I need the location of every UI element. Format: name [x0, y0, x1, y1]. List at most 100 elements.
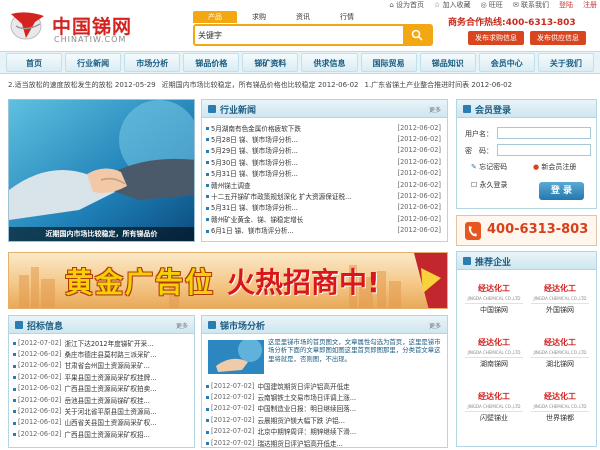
add-favorite-link[interactable]: ☆ 加入收藏: [434, 0, 471, 10]
list-item[interactable]: 十二五开锑矿市政策规划深化 扩大资源保证税... [2012-06-02]: [202, 190, 447, 201]
search-icon: [411, 29, 423, 41]
search-tab-market[interactable]: 行情: [325, 11, 369, 23]
list-item[interactable]: 赣州矿业黄金、锑、锑稳定增长 [2012-06-02]: [202, 213, 447, 224]
list-item[interactable]: [2012-07-02] 云南钢铁土交易市场日评调上涨...: [202, 391, 447, 402]
company-card[interactable]: 经达化工 JINGDA CHEMICAL CO.,LTD 湖北锑网: [531, 334, 589, 372]
analysis-thumbnail[interactable]: [208, 340, 264, 374]
login-button[interactable]: 登 录: [539, 182, 584, 200]
phone-box: 400-6313-803: [456, 215, 597, 246]
company-logo: 经达化工 JINGDA CHEMICAL CO.,LTD: [531, 334, 589, 358]
list-item[interactable]: [2012-06-02] 平果县国土资源局采矿权挂牌...: [9, 371, 194, 382]
list-item[interactable]: [2012-07-02] 北京中期锌周评：期锌继续下滑...: [202, 426, 447, 437]
panel-header: 行业新闻 更多: [202, 100, 447, 118]
phone-icon: [465, 222, 481, 240]
post-sell-button[interactable]: 发布供应信息: [530, 31, 586, 45]
company-logo: 经达化工 JINGDA CHEMICAL CO.,LTD: [531, 280, 589, 304]
list-item[interactable]: [2012-07-02] 云晨期货沪镁大幅下跌 沪铝...: [202, 414, 447, 425]
list-item[interactable]: 6月1日 锑、镁市场评分析... [2012-06-02]: [202, 225, 447, 236]
list-item[interactable]: [2012-06-02] 关于河北省平原县国土资源局...: [9, 405, 194, 416]
list-item[interactable]: [2012-06-02] 广西县国土资源局采矿权拍卖...: [9, 383, 194, 394]
banner-text-red: 火热招商中!: [227, 266, 380, 299]
company-name: 世界锑都: [546, 414, 574, 422]
post-buy-button[interactable]: 发布求购信息: [468, 31, 524, 45]
list-item[interactable]: 5月28日 锑、镁市场评分析... [2012-06-02]: [202, 133, 447, 144]
logo-domain: CHINATIW.COM: [54, 35, 127, 44]
list-item[interactable]: [2012-07-02] 中国制造业日报：明日继续回落...: [202, 403, 447, 414]
nav-trade[interactable]: 国际贸易: [360, 53, 417, 72]
more-link[interactable]: 更多: [429, 105, 441, 114]
search-tab-product[interactable]: 产品: [193, 11, 237, 23]
nav-about[interactable]: 关于我们: [537, 53, 594, 72]
ticker-item[interactable]: 近期国内市场比较稳定，所有锑品价格也比较稳定 2012-06-02: [162, 80, 359, 92]
list-item[interactable]: [2012-06-02] 桑庄市德庄县莫村路三派采矿...: [9, 348, 194, 359]
password-label: 密 码：: [465, 147, 493, 155]
ticker-item[interactable]: 2.适当放松的速度放松发生的放松 2012-05-29: [8, 80, 156, 92]
panel-title: 招标信息: [27, 322, 64, 332]
panel-title: 推荐企业: [475, 258, 512, 268]
phone-number: 400-6313-803: [487, 222, 589, 237]
search-button[interactable]: [403, 26, 431, 44]
list-item[interactable]: [2012-06-02] 山西省关县国土资源局采矿权...: [9, 417, 194, 428]
set-home-link[interactable]: ⌂ 设为首页: [389, 0, 424, 10]
password-field[interactable]: [497, 144, 591, 156]
company-card[interactable]: 经达化工 JINGDA CHEMICAL CO.,LTD 外国锑网: [531, 280, 589, 318]
list-item[interactable]: 5月31日 锑、镁市场评分析... [2012-06-02]: [202, 168, 447, 179]
company-card[interactable]: 经达化工 JINGDA CHEMICAL CO.,LTD 闪壁锑业: [465, 388, 523, 426]
member-login-panel: 会员登录 用户名： 密 码： ✎ 忘记密码 ● 新会员注册 ☐ 永久登录 登 录: [456, 99, 597, 209]
list-item[interactable]: [2012-07-02] 瑞达期货日评沪铝高开低走...: [202, 437, 447, 448]
wangwang-link[interactable]: ◎ 旺旺: [481, 0, 503, 10]
analysis-summary: 这是里锑市场的首页图文，文章属性勾选为首页，这里是锑市场分析下面的文章即图如图这…: [268, 338, 441, 363]
list-item[interactable]: [2012-07-02] 中国建筑期货日评沪铝高开低走: [202, 380, 447, 391]
site-logo[interactable]: 中国锑网 CHINATIW.COM: [8, 6, 188, 44]
nav-member-center[interactable]: 会员中心: [478, 53, 535, 72]
list-item[interactable]: [2012-07-02] 浙江下达2012年度锑矿开采...: [9, 337, 194, 348]
nav-prices[interactable]: 锑品价格: [183, 53, 240, 72]
register-link[interactable]: 注册: [583, 0, 597, 10]
search-tab-buy[interactable]: 求购: [237, 11, 281, 23]
nav-knowledge[interactable]: 锑品知识: [419, 53, 476, 72]
list-item[interactable]: 5月29日 锑、镁市场评分析... [2012-06-02]: [202, 145, 447, 156]
list-item[interactable]: 赣州锑土调查 [2012-06-02]: [202, 179, 447, 190]
company-name: 湖北锑网: [546, 360, 574, 368]
search-tab-news[interactable]: 资讯: [281, 11, 325, 23]
remember-checkbox[interactable]: ☐ 永久登录: [471, 180, 508, 190]
company-card[interactable]: 经达化工 JINGDA CHEMICAL CO.,LTD 湖南锑网: [465, 334, 523, 372]
list-item[interactable]: [2012-06-02] 甘肃省会州国土资源局采矿...: [9, 360, 194, 371]
company-logo: 经达化工 JINGDA CHEMICAL CO.,LTD: [465, 388, 523, 412]
banner-text-gold: 黄金广告位: [65, 266, 216, 299]
contact-link[interactable]: ✉ 联系我们: [513, 0, 549, 10]
nav-mine-data[interactable]: 锑矿资料: [242, 53, 299, 72]
username-field[interactable]: [497, 127, 591, 139]
list-item[interactable]: 5月湖南有色金属价格疲软下跌 [2012-06-02]: [202, 122, 447, 133]
key-icon: ✎: [471, 163, 477, 171]
list-item[interactable]: 5月31日 锑、镁市场评分析... [2012-06-02]: [202, 202, 447, 213]
list-item[interactable]: 5月30日 锑、镁市场评分析... [2012-06-02]: [202, 156, 447, 167]
ticker-item[interactable]: 1.广东省锑土产业整合推进时间表 2012-06-02: [365, 80, 513, 92]
nav-market-analysis[interactable]: 市场分析: [124, 53, 181, 72]
company-card[interactable]: 经达化工 JINGDA CHEMICAL CO.,LTD 世界锑都: [531, 388, 589, 426]
nav-supply-demand[interactable]: 供求信息: [301, 53, 358, 72]
forgot-password-link[interactable]: ✎ 忘记密码: [471, 162, 507, 172]
search-box: [193, 24, 433, 46]
handshake-photo: [9, 100, 194, 241]
username-label: 用户名：: [465, 130, 493, 138]
nav-industry-news[interactable]: 行业新闻: [65, 53, 122, 72]
ad-banner[interactable]: 黄金广告位 火热招商中!: [8, 252, 448, 309]
top-links: ⌂ 设为首页 ☆ 加入收藏 ◎ 旺旺 ✉ 联系我们 登陆 注册: [385, 0, 597, 10]
nav-home[interactable]: 首页: [6, 53, 63, 72]
feature-image[interactable]: 近期国内市场比较稳定，所有锑品价: [8, 99, 195, 242]
more-link[interactable]: 更多: [176, 321, 188, 330]
search-input[interactable]: [198, 28, 398, 42]
list-item[interactable]: [2012-06-02] 岳池县国土资源局锑矿权挂...: [9, 394, 194, 405]
panel-header: 推荐企业: [457, 252, 596, 270]
panel-icon: [15, 321, 23, 329]
list-item[interactable]: [2012-06-02] 广西县国土资源局采矿权招...: [9, 428, 194, 439]
login-link[interactable]: 登陆: [559, 0, 573, 10]
company-name: 湖南锑网: [480, 360, 508, 368]
more-link[interactable]: 更多: [429, 321, 441, 330]
company-name: 中国锑网: [480, 306, 508, 314]
panel-icon: [463, 257, 471, 265]
register-link[interactable]: ● 新会员注册: [533, 162, 576, 172]
company-logo: 经达化工 JINGDA CHEMICAL CO.,LTD: [465, 334, 523, 358]
company-card[interactable]: 经达化工 JINGDA CHEMICAL CO.,LTD 中国锑网: [465, 280, 523, 318]
